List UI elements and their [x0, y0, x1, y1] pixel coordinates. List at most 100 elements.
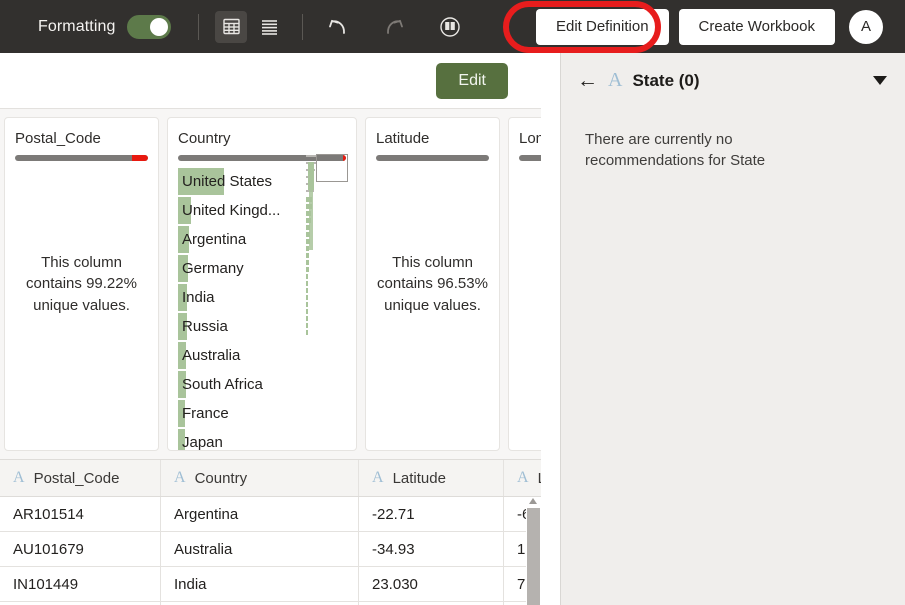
table-view-icon[interactable] — [215, 11, 247, 43]
text-type-icon: A — [517, 469, 529, 487]
table-cell[interactable]: -22.71 — [359, 497, 504, 531]
edit-bar: Edit — [0, 53, 541, 109]
chevron-down-icon[interactable] — [873, 76, 887, 85]
minimap-tail-bar — [309, 190, 313, 250]
toolbar-divider-1 — [198, 14, 199, 40]
text-type-icon: A — [13, 469, 25, 487]
table-header-row: APostal_CodeACountryALatitudeAL — [0, 460, 541, 497]
column-name: Latitude — [393, 470, 446, 487]
profile-card-latitude[interactable]: Latitude This column contains 96.53% uni… — [365, 117, 500, 451]
minimap-viewport[interactable] — [316, 154, 348, 182]
grid-vertical-scrollbar[interactable] — [526, 497, 541, 605]
column-profile-cards: Postal_Code This column contains 99.22% … — [0, 109, 541, 459]
edit-button[interactable]: Edit — [436, 63, 508, 99]
create-workbook-button[interactable]: Create Workbook — [679, 9, 835, 45]
table-header-cell[interactable]: A Country — [161, 460, 359, 496]
quality-bar-red-segment — [132, 155, 148, 161]
table-cell[interactable]: Australia — [161, 532, 359, 566]
undo-icon[interactable] — [322, 11, 354, 43]
back-arrow-icon[interactable]: ← — [577, 70, 598, 91]
scroll-up-arrow-icon[interactable] — [529, 498, 537, 504]
value-label: Australia — [178, 347, 240, 364]
profile-card-longitude[interactable]: Lon T co un — [508, 117, 541, 451]
table-header-cell[interactable]: A Latitude — [359, 460, 504, 496]
quality-bar — [376, 155, 489, 161]
table-header-cell[interactable]: APostal_Code — [0, 460, 161, 496]
panel-header: ← A State (0) — [561, 53, 905, 108]
top-toolbar: Formatting — [0, 0, 905, 53]
panel-empty-message: There are currently no recommendations f… — [561, 108, 821, 171]
card-title: Postal_Code — [15, 130, 148, 147]
list-view-icon[interactable] — [253, 11, 285, 43]
recommendations-panel: ← A State (0) There are currently no rec… — [561, 53, 905, 605]
value-label: Russia — [178, 318, 228, 335]
text-type-icon: A — [608, 69, 622, 92]
card-message: T co un — [519, 273, 541, 294]
country-value-row[interactable]: France — [178, 399, 346, 428]
card-message: This column contains 99.22% unique value… — [15, 252, 148, 316]
table-cell[interactable]: India — [161, 567, 359, 601]
toolbar-divider-2 — [302, 14, 303, 40]
card-title: Country — [178, 130, 346, 147]
minimap-bar — [306, 281, 308, 286]
minimap-bar — [306, 253, 309, 258]
text-type-icon: A — [372, 469, 384, 487]
edit-definition-button[interactable]: Edit Definition — [536, 9, 669, 45]
table-cell[interactable]: AR101514 — [0, 497, 161, 531]
dictionary-icon[interactable] — [434, 11, 466, 43]
minimap-bar — [306, 295, 308, 300]
value-label: India — [178, 289, 215, 306]
table-cell[interactable]: AU101679 — [0, 532, 161, 566]
text-type-icon: A — [174, 469, 186, 487]
column-name: Country — [195, 470, 248, 487]
table-cell[interactable]: 23.030 — [359, 567, 504, 601]
formatting-toggle[interactable] — [127, 15, 171, 39]
table-cell[interactable]: -34.93 — [359, 532, 504, 566]
table-row[interactable]: IN101449India23.03072.5 — [0, 567, 541, 602]
value-label: United States — [178, 173, 272, 190]
country-value-row[interactable]: South Africa — [178, 370, 346, 399]
redo-icon[interactable] — [378, 11, 410, 43]
value-label: Germany — [178, 260, 244, 277]
minimap-bar — [306, 323, 308, 328]
formatting-label: Formatting — [38, 18, 115, 36]
card-title: Lon — [519, 130, 541, 147]
data-grid: APostal_CodeACountryALatitudeAL AR101514… — [0, 459, 541, 605]
value-label: Argentina — [178, 231, 246, 248]
minimap-bar — [306, 260, 309, 265]
panel-title: State (0) — [632, 71, 699, 91]
toggle-knob — [150, 18, 168, 36]
country-minimap[interactable] — [306, 154, 348, 354]
minimap-bar — [306, 274, 308, 279]
table-row[interactable]: AR101514Argentina-22.71-65 — [0, 497, 541, 532]
avatar[interactable]: A — [849, 10, 883, 44]
table-row[interactable]: AU101679Australia-34.93138 — [0, 532, 541, 567]
scrollbar-thumb[interactable] — [527, 508, 540, 605]
history-icon-group — [322, 11, 466, 43]
profile-card-country[interactable]: Country United States United Kingd... Arge… — [167, 117, 357, 451]
profile-card-postal-code[interactable]: Postal_Code This column contains 99.22% … — [4, 117, 159, 451]
value-label: United Kingd... — [178, 202, 280, 219]
card-message: This column contains 96.53% unique value… — [376, 252, 489, 316]
main-content: Edit Postal_Code This column contains 99… — [0, 53, 541, 605]
minimap-bar — [306, 288, 308, 293]
minimap-bar — [306, 309, 308, 314]
value-label: France — [178, 405, 229, 422]
app-root: Formatting — [0, 0, 905, 605]
minimap-bar — [306, 330, 308, 335]
minimap-bar — [306, 267, 309, 272]
view-icon-group — [215, 11, 285, 43]
table-body: AR101514Argentina-22.71-65AU101679Austra… — [0, 497, 541, 605]
table-cell[interactable]: IN101449 — [0, 567, 161, 601]
value-label: Japan — [178, 434, 223, 451]
column-name: L — [538, 470, 541, 487]
value-label: South Africa — [178, 376, 263, 393]
country-value-row[interactable]: Japan — [178, 428, 346, 451]
minimap-bar — [306, 316, 308, 321]
table-cell[interactable]: Argentina — [161, 497, 359, 531]
quality-bar — [15, 155, 148, 161]
minimap-bar — [306, 302, 308, 307]
toolbar-actions: Edit Definition Create Workbook A — [536, 9, 883, 45]
quality-bar — [519, 155, 541, 161]
table-header-cell[interactable]: AL — [504, 460, 541, 496]
